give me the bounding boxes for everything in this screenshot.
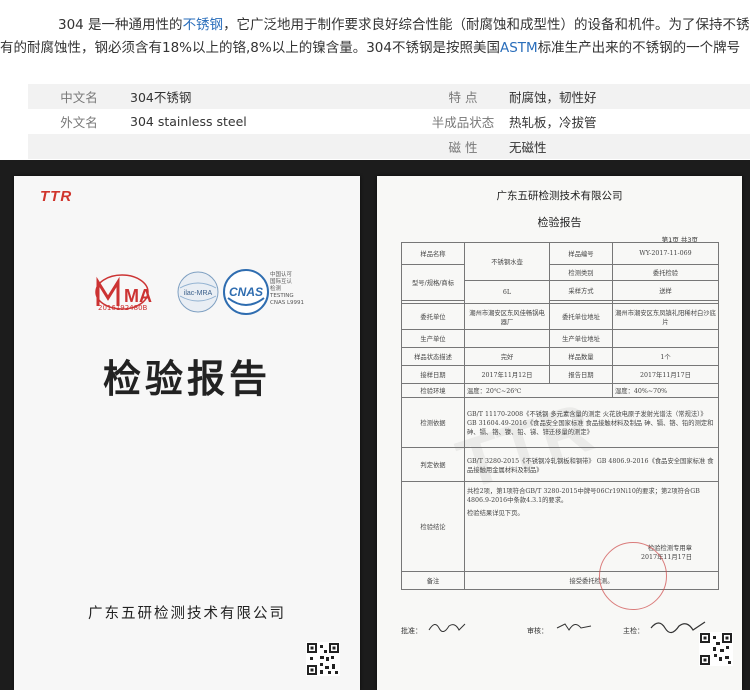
cnas-text: 中国认可 国际互认 检测 TESTING CNAS L9991 — [270, 272, 305, 306]
intro-line-1: 304 是一种通用性的不锈钢，它广泛地用于制作要求良好综合性能（耐腐蚀和成型性）… — [58, 17, 750, 33]
report-cover: TTR MA ilac-MRA CNAS 2016192480B 中国认可 国际… — [14, 176, 360, 690]
cnas-logo-icon: CNAS — [223, 269, 269, 315]
ilac-mra-icon: ilac-MRA — [177, 271, 219, 313]
spec-value: 热轧板，冷拔管 — [509, 115, 597, 130]
spec-table: 中文名 304不锈钢 特 点 耐腐蚀，韧性好 外文名 304 stainless… — [28, 84, 750, 159]
spec-key: 中文名 — [60, 90, 98, 105]
approve-label: 批准： — [401, 627, 422, 635]
report-subtitle: 检验报告 — [537, 216, 582, 229]
main-inspector-label: 主检： — [623, 627, 644, 635]
report-inner-page: TTR 广东五研检测技术有限公司 检验报告 第1页 共3页 样品名称 不锈钢水壶… — [377, 176, 742, 690]
spec-key: 磁 性 — [448, 140, 478, 155]
review-label: 审核： — [527, 627, 548, 635]
stainless-steel-link[interactable]: 不锈钢 — [183, 17, 224, 33]
svg-text:MA: MA — [124, 286, 152, 306]
intro-line-2: 有的耐腐蚀性，钢必须含有18%以上的铬,8%以上的镍含量。304不锈钢是按照美国… — [0, 40, 741, 56]
report-title: 检验报告 — [102, 356, 271, 401]
qr-code-icon — [699, 632, 733, 666]
svg-text:CNAS: CNAS — [229, 285, 263, 299]
spec-value: 304 stainless steel — [130, 114, 247, 129]
spec-row: 磁 性 无磁性 — [28, 134, 750, 159]
ttr-logo: TTR — [40, 188, 73, 205]
intro-paragraph: 304 是一种通用性的不锈钢，它广泛地用于制作要求良好综合性能（耐腐蚀和成型性）… — [0, 14, 750, 60]
spec-value: 304不锈钢 — [130, 90, 192, 105]
cma-code: 2016192480B — [98, 304, 148, 312]
spec-key: 半成品状态 — [431, 115, 495, 130]
spec-value: 无磁性 — [509, 140, 547, 155]
company-name: 广东五研检测技术有限公司 — [88, 606, 286, 622]
spec-key: 特 点 — [448, 90, 478, 105]
inspection-stamp-icon — [599, 542, 667, 610]
qr-code-icon — [306, 642, 340, 676]
spec-row: 中文名 304不锈钢 特 点 耐腐蚀，韧性好 — [28, 84, 750, 109]
report-company: 广东五研检测技术有限公司 — [496, 190, 623, 202]
report-table: 样品名称 不锈钢水壶 样品编号 WY-2017-11-069 型号/规格/商标 … — [401, 242, 719, 590]
spec-row: 外文名 304 stainless steel 半成品状态 热轧板，冷拔管 — [28, 109, 750, 134]
spec-value: 耐腐蚀，韧性好 — [509, 90, 597, 105]
spec-key: 外文名 — [60, 115, 98, 130]
svg-text:ilac-MRA: ilac-MRA — [184, 290, 213, 297]
astm-link[interactable]: ASTM — [500, 40, 538, 56]
approver-signature-icon — [428, 623, 466, 632]
reviewer-signature-icon — [556, 623, 592, 631]
